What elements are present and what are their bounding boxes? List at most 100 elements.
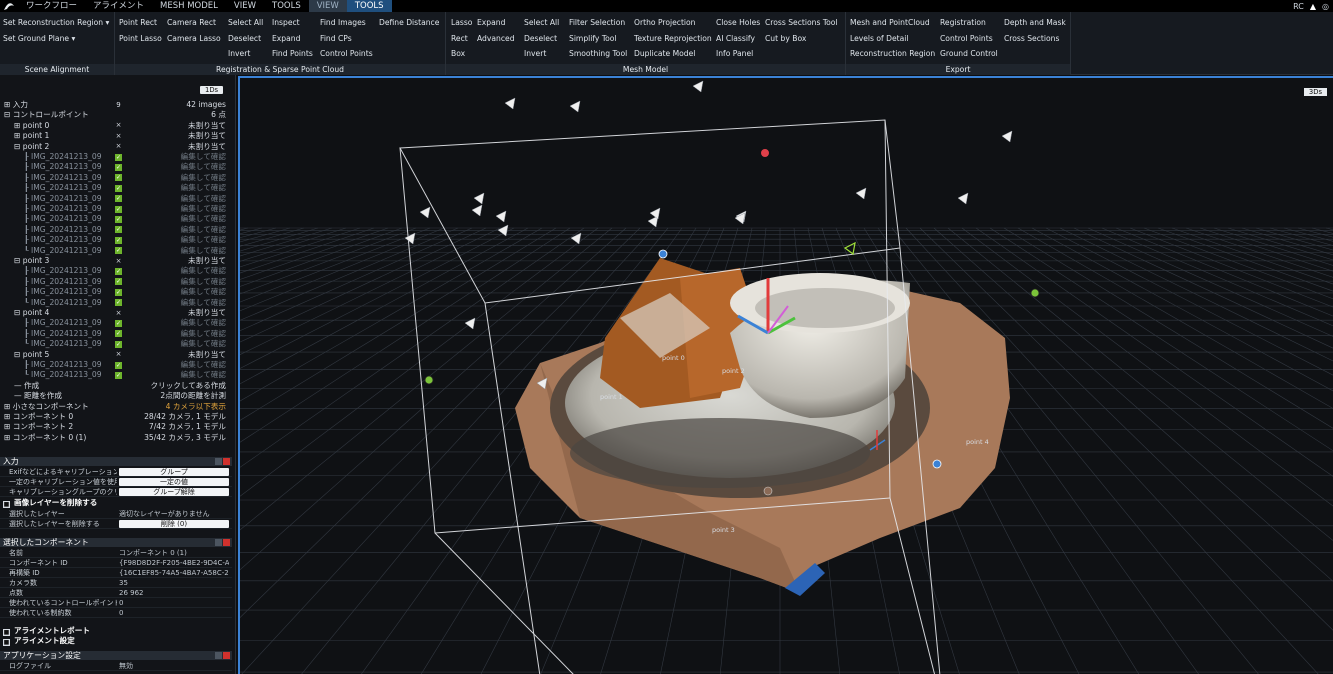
mesh_model-duplicate-model-button[interactable]: Duplicate Model [634, 49, 695, 59]
export-levels-of-detail-button[interactable]: Levels of Detail [850, 34, 909, 44]
input-panel-header[interactable]: 入力 [0, 457, 232, 466]
tree-row[interactable]: ┠ IMG_20241213_09 ✓ 編集して確認 [0, 173, 230, 183]
export-depth-and-mask-button[interactable]: Depth and Mask [1004, 18, 1066, 28]
3d-viewport[interactable]: 3Ds point 0 point 2 point 1 point 4 poin… [238, 76, 1333, 674]
component-panel-header[interactable]: 選択したコンポーネント [0, 538, 232, 547]
mesh_model-info-panel-button[interactable]: Info Panel [716, 49, 753, 59]
mesh_model-advanced-button[interactable]: Advanced [477, 34, 515, 44]
user-initials[interactable]: RC [1293, 2, 1304, 11]
collapsible-section[interactable]: ■ アライメントレポート [0, 626, 232, 636]
property-button[interactable]: グループ [119, 468, 229, 476]
property-button[interactable]: グループ解除 [119, 488, 229, 496]
tree-row[interactable]: ┠ IMG_20241213_09 ✓ 編集して確認 [0, 287, 230, 297]
help-icon[interactable]: ◎ [1322, 2, 1329, 11]
tree-row[interactable]: ⊟ point 2 × 未割り当て [0, 142, 230, 152]
panel-float-icon[interactable] [215, 458, 222, 465]
tab-view-context[interactable]: VIEW [308, 0, 347, 12]
registration-inspect-button[interactable]: Inspect [272, 18, 300, 28]
collapsible-section[interactable]: ■ アライメント設定 [0, 636, 232, 646]
tree-row[interactable]: ┖ IMG_20241213_09 ✓ 編集して確認 [0, 339, 230, 349]
tree-row[interactable]: ⊟ point 4 × 未割り当て [0, 308, 230, 318]
expand-toggle-icon[interactable]: ■ [3, 629, 10, 636]
tree-row[interactable]: ┠ IMG_20241213_09 ✓ 編集して確認 [0, 235, 230, 245]
export-mesh-and-pointcloud-button[interactable]: Mesh and PointCloud [850, 18, 930, 28]
tree-row[interactable]: ⊟ point 5 × 未割り当て [0, 350, 230, 360]
registration-define-distance-button[interactable]: Define Distance [379, 18, 439, 28]
tree-row[interactable]: ┠ IMG_20241213_09 ✓ 編集して確認 [0, 194, 230, 204]
mesh_model-cut-by-box-button[interactable]: Cut by Box [765, 34, 806, 44]
registration-find-points-button[interactable]: Find Points [272, 49, 313, 59]
tree-row[interactable]: ⊞ 小さなコンポーネント 4 カメラ以下表示 [0, 402, 230, 412]
tree-row[interactable]: ┠ IMG_20241213_09 ✓ 編集して確認 [0, 162, 230, 172]
tab-tools[interactable]: TOOLS [264, 0, 309, 12]
set-reconstruction-region-button[interactable]: Set Reconstruction Region ▾ [3, 18, 109, 28]
mesh_model-ortho-projection-button[interactable]: Ortho Projection [634, 18, 696, 28]
export-control-points-button[interactable]: Control Points [940, 34, 993, 44]
tree-row[interactable]: ⊞ 入力 9 42 images [0, 100, 230, 110]
mesh_model-cross-sections-tool-button[interactable]: Cross Sections Tool [765, 18, 838, 28]
property-button[interactable]: 削除 (0) [119, 520, 229, 528]
tree-row[interactable]: ┠ IMG_20241213_09 ✓ 編集して確認 [0, 266, 230, 276]
tree-row[interactable]: ┖ IMG_20241213_09 ✓ 編集して確認 [0, 298, 230, 308]
mesh_model-invert-button[interactable]: Invert [524, 49, 546, 59]
registration-point-lasso-button[interactable]: Point Lasso [119, 34, 162, 44]
panel-float-icon[interactable] [215, 652, 222, 659]
mesh_model-expand-button[interactable]: Expand [477, 18, 505, 28]
registration-camera-lasso-button[interactable]: Camera Lasso [167, 34, 221, 44]
registration-select-all-button[interactable]: Select All [228, 18, 263, 28]
tree-row[interactable]: ┠ IMG_20241213_09 ✓ 編集して確認 [0, 318, 230, 328]
tree-row[interactable]: ┠ IMG_20241213_09 ✓ 編集して確認 [0, 360, 230, 370]
app-settings-panel-header[interactable]: アプリケーション設定 [0, 651, 232, 660]
tree-row[interactable]: ⊞ point 0 × 未割り当て [0, 121, 230, 131]
mesh_model-ai-classify-button[interactable]: AI Classify [716, 34, 755, 44]
registration-camera-rect-button[interactable]: Camera Rect [167, 18, 216, 28]
set-ground-plane-button[interactable]: Set Ground Plane ▾ [3, 34, 75, 44]
mesh_model-select-all-button[interactable]: Select All [524, 18, 559, 28]
warning-icon[interactable]: ▲ [1310, 2, 1316, 11]
mesh_model-rect-button[interactable]: Rect [451, 34, 468, 44]
tree-row[interactable]: ⊞ コンポーネント 2 7/42 カメラ, 1 モデル [0, 422, 230, 432]
mesh_model-lasso-button[interactable]: Lasso [451, 18, 472, 28]
mesh_model-close-holes-button[interactable]: Close Holes [716, 18, 760, 28]
export-registration-button[interactable]: Registration [940, 18, 986, 28]
mesh_model-deselect-button[interactable]: Deselect [524, 34, 557, 44]
tree-row[interactable]: ┠ IMG_20241213_09 ✓ 編集して確認 [0, 225, 230, 235]
mesh_model-texture-reprojection-button[interactable]: Texture Reprojection [634, 34, 712, 44]
mesh_model-simplify-tool-button[interactable]: Simplify Tool [569, 34, 617, 44]
export-ground-control-button[interactable]: Ground Control [940, 49, 998, 59]
tree-row[interactable]: ⊟ point 3 × 未割り当て [0, 256, 230, 266]
tree-row[interactable]: ┠ IMG_20241213_09 ✓ 編集して確認 [0, 204, 230, 214]
panel-float-icon[interactable] [215, 539, 222, 546]
expand-toggle-icon[interactable]: ■ [3, 501, 10, 508]
tab-alignment[interactable]: アライメント [85, 0, 152, 12]
tree-row[interactable]: ┖ IMG_20241213_09 ✓ 編集して確認 [0, 246, 230, 256]
registration-point-rect-button[interactable]: Point Rect [119, 18, 157, 28]
viewport-mode-toggle[interactable]: 3Ds [1303, 88, 1327, 96]
tree-row[interactable]: ┠ IMG_20241213_09 ✓ 編集して確認 [0, 329, 230, 339]
export-cross-sections-button[interactable]: Cross Sections [1004, 34, 1059, 44]
tree-row[interactable]: — 距離を作成 2点間の距離を計測 [0, 391, 230, 401]
tab-tools-context[interactable]: TOOLS [346, 0, 392, 12]
tree-row[interactable]: ┖ IMG_20241213_09 ✓ 編集して確認 [0, 370, 230, 380]
tree-row[interactable]: ┠ IMG_20241213_09 ✓ 編集して確認 [0, 214, 230, 224]
tree-row[interactable]: ⊞ point 1 × 未割り当て [0, 131, 230, 141]
mesh_model-filter-selection-button[interactable]: Filter Selection [569, 18, 625, 28]
registration-expand-button[interactable]: Expand [272, 34, 300, 44]
expand-toggle-icon[interactable]: ■ [3, 639, 10, 646]
tree-row[interactable]: ⊟ コントロールポイント 6 点 [0, 110, 230, 120]
mesh_model-box-button[interactable]: Box [451, 49, 465, 59]
tree-row[interactable]: ⊞ コンポーネント 0 28/42 カメラ, 1 モデル [0, 412, 230, 422]
mesh_model-smoothing-tool-button[interactable]: Smoothing Tool [569, 49, 627, 59]
tree-row[interactable]: ⊞ コンポーネント 0 (1) 35/42 カメラ, 3 モデル [0, 433, 230, 443]
registration-find-cps-button[interactable]: Find CPs [320, 34, 352, 44]
tree-row[interactable]: — 作成 クリックしてある作成 [0, 381, 230, 391]
tree-row[interactable]: ┠ IMG_20241213_09 ✓ 編集して確認 [0, 277, 230, 287]
registration-find-images-button[interactable]: Find Images [320, 18, 366, 28]
collapsible-section[interactable]: ■ 画像レイヤーを削除する [0, 498, 232, 508]
tree-row[interactable]: ┠ IMG_20241213_09 ✓ 編集して確認 [0, 152, 230, 162]
close-icon[interactable] [223, 458, 230, 465]
property-button[interactable]: 一定の値 [119, 478, 229, 486]
scene-canvas[interactable] [240, 78, 1333, 674]
tab-view[interactable]: VIEW [226, 0, 264, 12]
tree-row[interactable]: ┠ IMG_20241213_09 ✓ 編集して確認 [0, 183, 230, 193]
